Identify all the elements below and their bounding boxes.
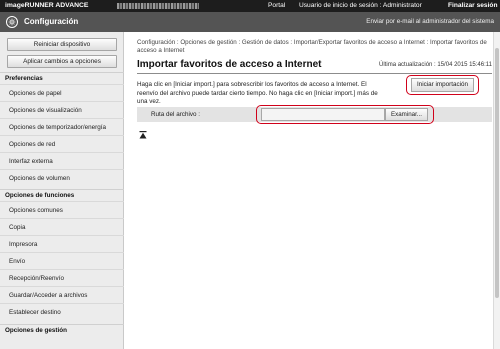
restart-device-button[interactable]: Reiniciar dispositivo (7, 38, 117, 51)
sidebar-section-functions: Opciones de funciones (0, 189, 124, 201)
title-divider (137, 73, 492, 74)
sidebar-item-set-destination[interactable]: Establecer destino (0, 303, 124, 320)
top-bar: imageRUNNER ADVANCE Portal Usuario de in… (0, 0, 500, 12)
browse-button[interactable]: Examinar... (385, 108, 428, 121)
import-description: Haga clic en [Iniciar import.] para sobr… (137, 81, 378, 105)
file-path-label: Ruta del archivo : (151, 111, 201, 118)
start-import-button[interactable]: Iniciar importación (411, 78, 474, 92)
page-section-title: Configuración (24, 17, 79, 26)
scrollbar-thumb[interactable] (495, 48, 499, 298)
sidebar-item-common[interactable]: Opciones comunes (0, 201, 124, 218)
breadcrumb: Configuración : Opciones de gestión : Ge… (137, 39, 487, 54)
mail-admin-link[interactable]: Enviar por e-mail al administrador del s… (366, 18, 494, 25)
sidebar-item-network[interactable]: Opciones de red (0, 135, 124, 152)
last-updated: Última actualización : 15/04 2015 15:46:… (379, 62, 492, 68)
main-content: Configuración : Opciones de gestión : Ge… (124, 32, 500, 349)
page-title: Importar favoritos de acceso a Internet (137, 59, 322, 70)
logout-link[interactable]: Finalizar sesión (448, 2, 497, 9)
sidebar-item-receive-forward[interactable]: Recepción/Reenvío (0, 269, 124, 286)
sidebar-item-store-access-files[interactable]: Guardar/Acceder a archivos (0, 286, 124, 303)
sidebar-item-volume[interactable]: Opciones de volumen (0, 169, 124, 186)
sidebar-item-printer[interactable]: Impresora (0, 235, 124, 252)
apply-changes-button[interactable]: Aplicar cambios a opciones (7, 55, 117, 68)
sidebar-item-copy[interactable]: Copia (0, 218, 124, 235)
brand-name: imageRUNNER ADVANCE (5, 2, 89, 9)
sidebar-section-preferences: Preferencias (0, 72, 124, 84)
sidebar-section-management: Opciones de gestión (0, 324, 124, 336)
sidebar-item-external-interface[interactable]: Interfaz externa (0, 152, 124, 169)
redacted-device-name (117, 3, 199, 9)
back-to-top-icon[interactable] (139, 131, 147, 139)
page-scrollbar[interactable] (493, 32, 500, 349)
header-bar: Configuración Enviar por e-mail al admin… (0, 12, 500, 32)
portal-link[interactable]: Portal (268, 2, 285, 9)
sidebar: Reiniciar dispositivo Aplicar cambios a … (0, 32, 124, 349)
file-path-input[interactable] (261, 108, 385, 121)
settings-gear-icon (6, 16, 18, 28)
sidebar-item-timer-energy[interactable]: Opciones de temporizador/energía (0, 118, 124, 135)
sidebar-item-display[interactable]: Opciones de visualización (0, 101, 124, 118)
sidebar-item-paper[interactable]: Opciones de papel (0, 84, 124, 101)
logged-in-user: Usuario de inicio de sesión : Administra… (299, 2, 422, 9)
sidebar-item-send[interactable]: Envío (0, 252, 124, 269)
